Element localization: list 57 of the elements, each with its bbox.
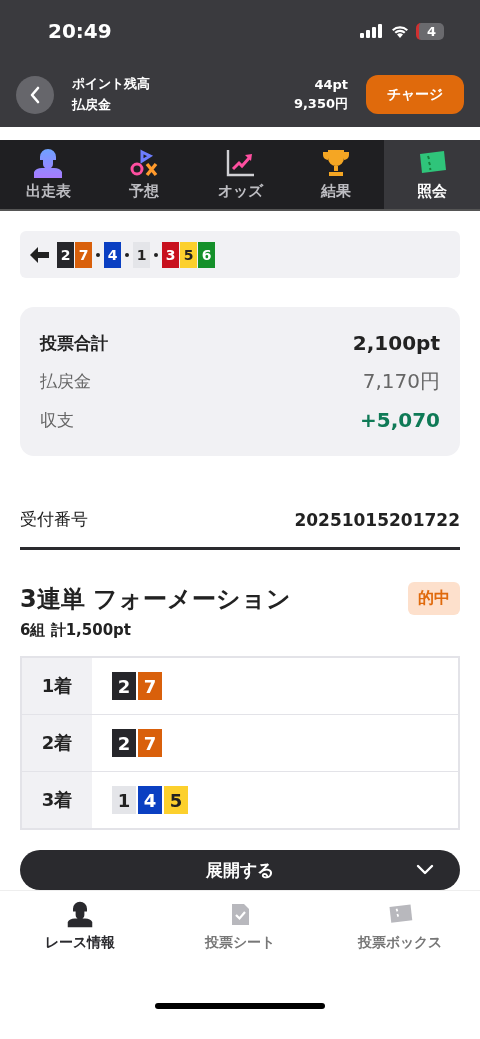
summary-value: 7,170円 xyxy=(362,368,440,396)
summary-label: 投票合計 xyxy=(40,331,108,355)
horse-number: 5 xyxy=(180,241,197,268)
summary-label: 収支 xyxy=(40,408,74,432)
horse-number: 1 xyxy=(112,786,136,815)
balance-value: 44pt xyxy=(314,76,348,92)
signal-icon xyxy=(359,24,384,38)
horse-number: 1 xyxy=(133,241,150,268)
arrow-left-icon xyxy=(30,246,50,263)
nav-tab[interactable]: オッズ xyxy=(192,140,288,210)
horse-number: 7 xyxy=(138,729,162,758)
horse-number: 7 xyxy=(138,672,162,701)
wifi-icon xyxy=(390,24,409,38)
expand-button[interactable]: 展開する xyxy=(20,850,460,891)
horse-number: 3 xyxy=(162,241,179,268)
trophy-icon xyxy=(320,148,352,178)
jockey-icon xyxy=(32,148,64,178)
status-time: 20:49 xyxy=(48,19,112,43)
place-cell: 1着 xyxy=(22,658,92,715)
balance-label: ポイント残高 xyxy=(72,75,151,93)
summary-value: +5,070 xyxy=(359,408,440,433)
back-button[interactable] xyxy=(16,75,54,114)
chevron-left-icon xyxy=(29,85,41,104)
battery-icon: 4 xyxy=(415,22,444,40)
refund-label: 払戻金 xyxy=(72,96,112,114)
horse-number: 5 xyxy=(164,786,188,815)
bet-title: 3連単 フォーメーション xyxy=(20,583,292,615)
horse-number: 4 xyxy=(104,241,121,268)
nav-tab[interactable]: 予想 xyxy=(96,140,192,210)
horse-number: 4 xyxy=(138,786,162,815)
receipt-label: 受付番号 xyxy=(20,508,88,532)
chart-icon xyxy=(224,148,256,178)
horse-number: 6 xyxy=(198,241,215,268)
nav-tab[interactable]: 出走表 xyxy=(0,140,96,210)
bet-summary: 6組 計1,500pt xyxy=(20,621,132,641)
nav-tab[interactable]: 照会 xyxy=(384,140,480,210)
place-cell: 2着 xyxy=(22,715,92,772)
dot-icon xyxy=(96,252,100,257)
nav-tab[interactable]: 結果 xyxy=(288,140,384,210)
dot-icon xyxy=(125,252,129,257)
horse-number: 2 xyxy=(112,672,136,701)
dot-icon xyxy=(154,252,158,257)
hit-badge: 的中 xyxy=(408,582,460,616)
chevron-down-icon xyxy=(416,864,434,877)
bottom-nav-item[interactable]: 投票ボックス xyxy=(320,899,480,974)
horse-number: 2 xyxy=(57,241,74,268)
place-cell: 3着 xyxy=(22,772,92,829)
receipt-number: 20251015201722 xyxy=(294,509,460,530)
symbols-icon xyxy=(128,148,160,178)
bottom-nav-item[interactable]: レース情報 xyxy=(0,899,160,974)
jockey-icon xyxy=(66,900,94,929)
refund-value: 9,350円 xyxy=(293,94,348,113)
horse-number: 2 xyxy=(112,729,136,758)
summary-label: 払戻金 xyxy=(40,370,91,394)
horse-number: 7 xyxy=(75,241,92,268)
bottom-nav-item[interactable]: 投票シート xyxy=(160,899,320,974)
summary-value: 2,100pt xyxy=(352,331,440,356)
